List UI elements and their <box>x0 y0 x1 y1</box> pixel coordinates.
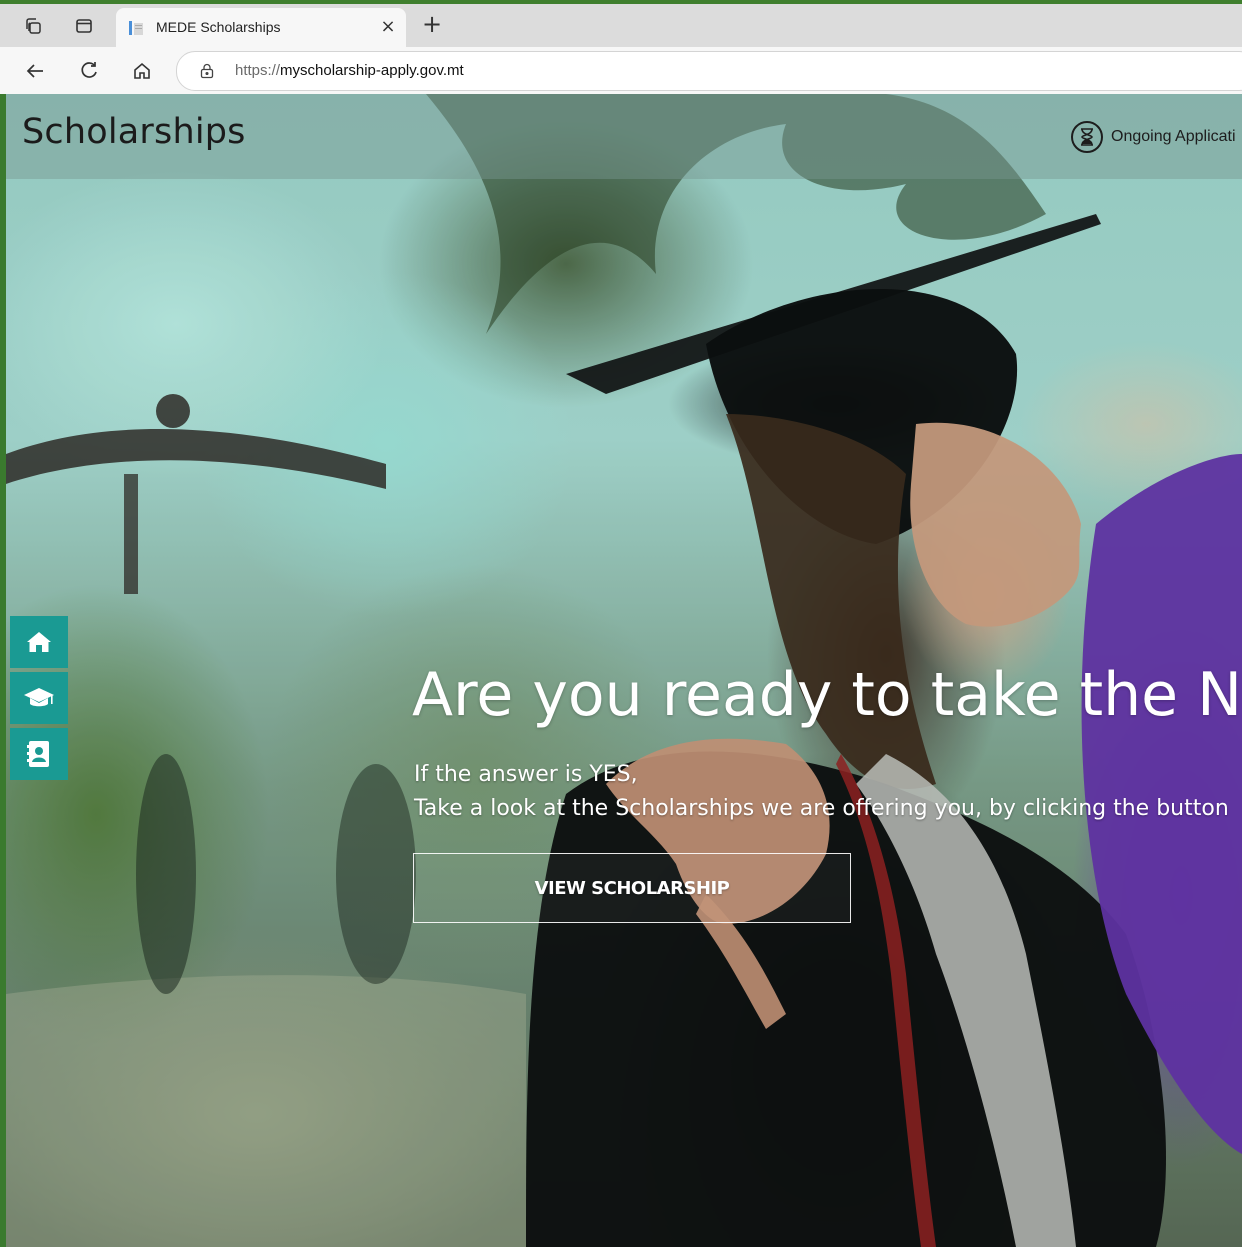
graduation-cap-icon <box>24 688 54 707</box>
side-nav-scholarships[interactable] <box>10 672 68 724</box>
url-scheme: https:// <box>235 62 281 79</box>
tab-title: MEDE Scholarships <box>156 19 281 35</box>
hero-subtext-line1: If the answer is YES, <box>414 762 638 787</box>
tab-mede-scholarships[interactable]: MEDE Scholarships × <box>116 8 406 47</box>
ongoing-applications-label: Ongoing Applicati <box>1111 128 1236 145</box>
url-host: myscholarship-apply.gov.mt <box>280 62 464 79</box>
hero-subtext-line2: Take a look at the Scholarships we are o… <box>414 796 1229 821</box>
side-nav-home[interactable] <box>10 616 68 668</box>
tab-actions-icon[interactable] <box>72 14 96 38</box>
contact-card-icon <box>27 741 49 767</box>
hero-heading: Are you ready to take the N <box>412 660 1242 730</box>
workspaces-icon[interactable] <box>21 14 45 38</box>
site-favicon-icon <box>129 21 143 35</box>
view-scholarship-button[interactable]: VIEW SCHOLARSHIP <box>413 853 851 923</box>
lock-icon[interactable] <box>199 63 215 79</box>
refresh-icon[interactable] <box>76 58 102 84</box>
url-text: https://myscholarship-apply.gov.mt <box>235 62 464 79</box>
tab-strip: MEDE Scholarships × + <box>0 4 1242 47</box>
site-header: Scholarships Ongoing Applicati <box>6 94 1242 179</box>
ongoing-applications-link[interactable]: Ongoing Applicati <box>1070 118 1236 156</box>
side-nav <box>10 616 70 784</box>
side-nav-contact[interactable] <box>10 728 68 780</box>
tab-close-icon[interactable]: × <box>378 17 398 37</box>
home-icon <box>27 632 51 652</box>
address-bar[interactable]: https://myscholarship-apply.gov.mt <box>176 51 1242 91</box>
site-title[interactable]: Scholarships <box>22 112 246 152</box>
new-tab-button[interactable]: + <box>420 12 444 37</box>
hourglass-icon <box>1071 121 1103 153</box>
back-icon[interactable] <box>22 58 48 84</box>
address-toolbar: https://myscholarship-apply.gov.mt <box>0 47 1242 94</box>
page-viewport: Scholarships Ongoing Applicati Are you r… <box>6 94 1242 1247</box>
browser-window: MEDE Scholarships × + https://myscholars… <box>0 0 1242 1247</box>
home-browser-icon[interactable] <box>129 58 155 84</box>
